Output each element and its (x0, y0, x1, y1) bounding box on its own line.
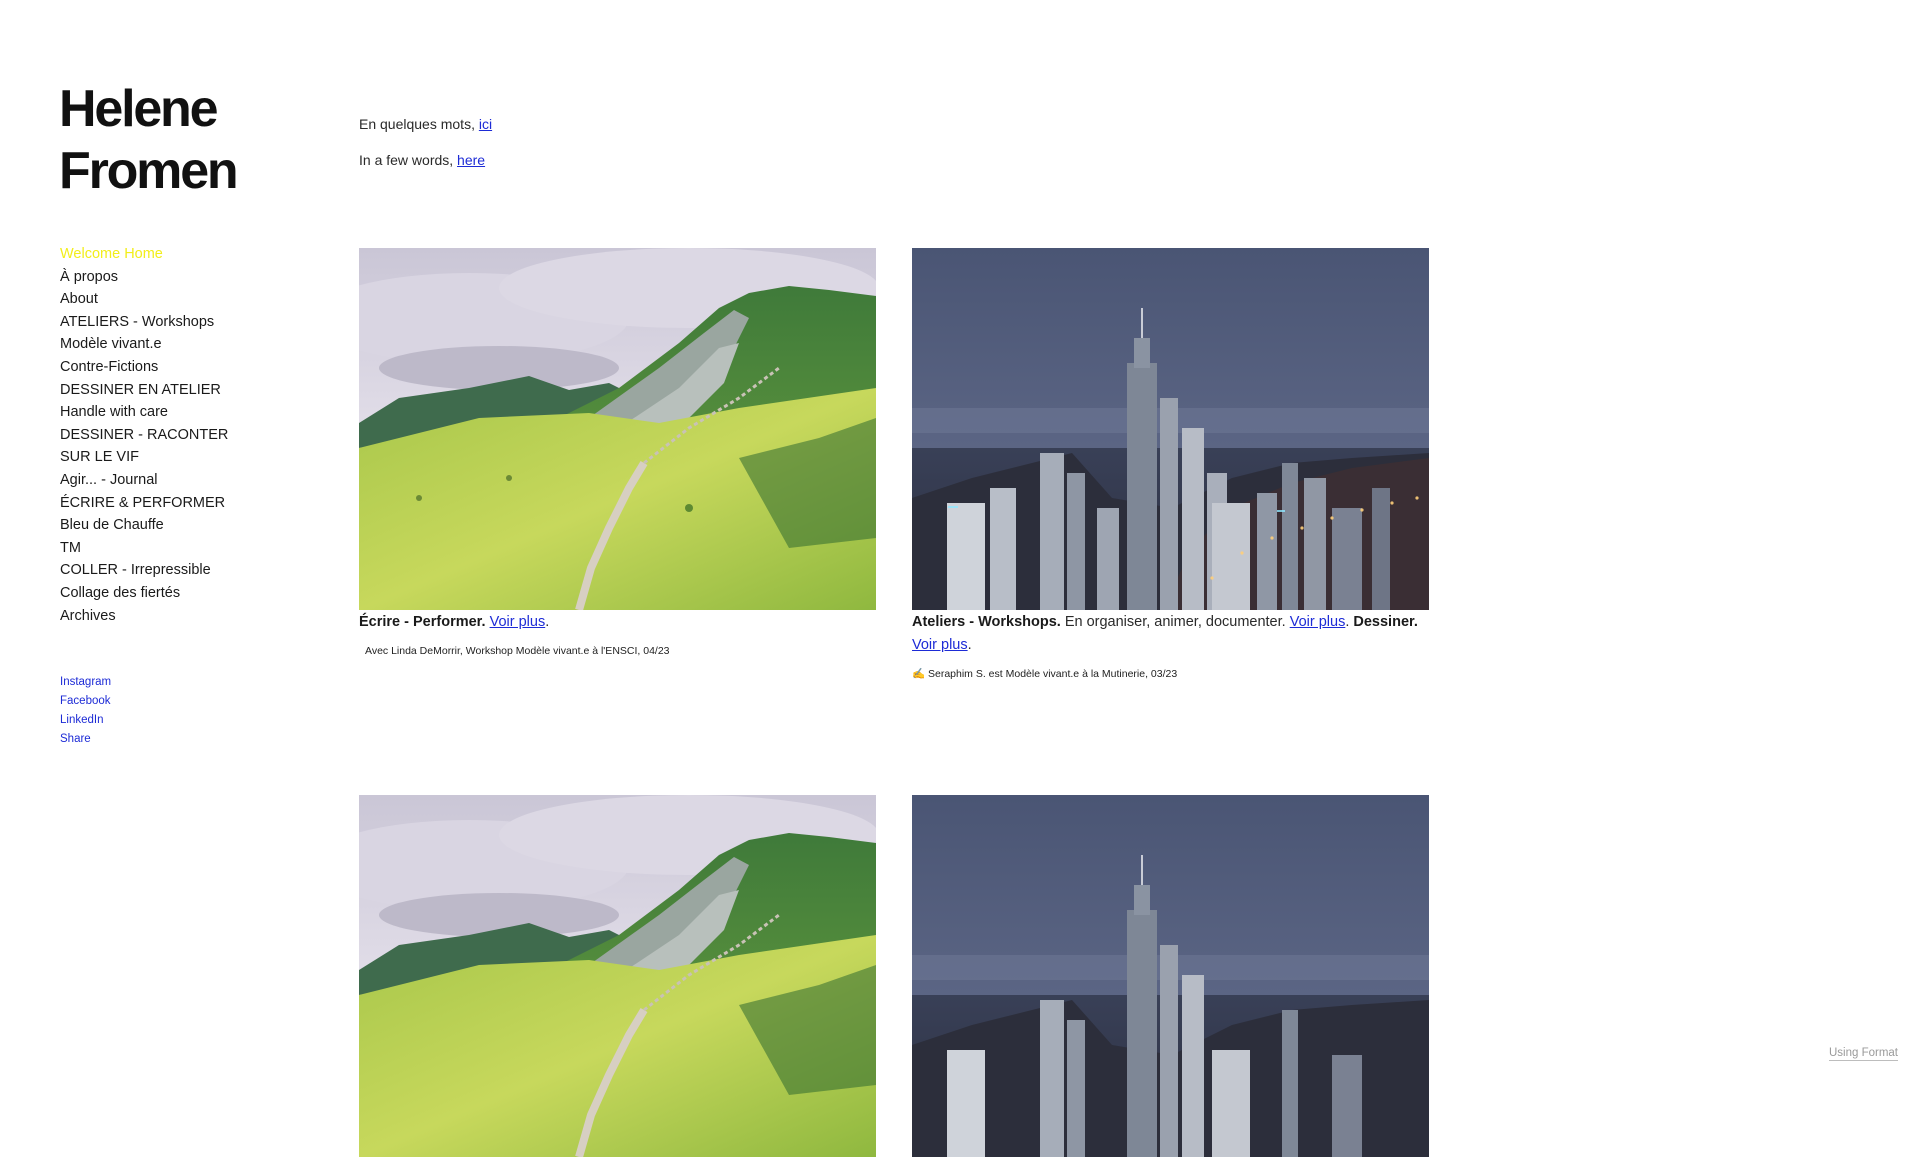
card-caption: Écrire - Performer. Voir plus. (359, 611, 876, 634)
project-card-3 (359, 795, 876, 1157)
intro: En quelques mots, ici In a few words, he… (359, 116, 492, 188)
voir-plus-link[interactable]: Voir plus (1290, 614, 1346, 630)
facebook-link[interactable]: Facebook (60, 692, 111, 711)
caption-punct: . (545, 614, 550, 630)
nav-item-collage-des-fiertes[interactable]: Collage des fiertés (60, 582, 228, 605)
city-skyline-image[interactable] (912, 248, 1429, 610)
voir-plus-link-2[interactable]: Voir plus (912, 637, 968, 653)
intro-fr: En quelques mots, ici (359, 116, 492, 133)
intro-fr-link[interactable]: ici (479, 116, 492, 132)
site-title-line2: Fromen (59, 142, 239, 200)
nav-item-coller[interactable]: COLLER - Irrepressible (60, 559, 228, 582)
mountain-landscape-image[interactable] (359, 795, 876, 1157)
project-card-4 (912, 795, 1429, 1157)
card-title-secondary: Dessiner. (1353, 614, 1418, 630)
card-title: Ateliers - Workshops. (912, 614, 1061, 630)
instagram-link[interactable]: Instagram (60, 673, 111, 692)
share-link[interactable]: Share (60, 730, 111, 749)
caption-text: En organiser, animer, documenter. (1060, 614, 1290, 630)
nav-item-handle-with-care[interactable]: Handle with care (60, 401, 228, 424)
mountain-landscape-image[interactable] (359, 248, 876, 610)
nav-item-archives[interactable]: Archives (60, 605, 228, 628)
nav-item-tm[interactable]: TM (60, 537, 228, 560)
intro-en-link[interactable]: here (457, 152, 485, 168)
nav-item-contre-fictions[interactable]: Contre-Fictions (60, 356, 228, 379)
nav-item-ateliers[interactable]: ATELIERS - Workshops (60, 311, 228, 334)
nav-item-modele-vivant[interactable]: Modèle vivant.e (60, 333, 228, 356)
image-credit: ✍ Seraphim S. est Modèle vivant.e à la M… (912, 668, 1178, 680)
nav-item-about[interactable]: About (60, 288, 228, 311)
project-card-ateliers: Ateliers - Workshops. En organiser, anim… (912, 248, 1429, 681)
card-title: Écrire - Performer. (359, 614, 486, 630)
intro-en: In a few words, here (359, 152, 492, 169)
nav-item-ecrire-performer[interactable]: ÉCRIRE & PERFORMER (60, 492, 228, 515)
nav-item-dessiner-raconter[interactable]: DESSINER - RACONTER (60, 424, 228, 447)
city-skyline-image[interactable] (912, 795, 1429, 1157)
main-nav: Welcome Home À propos About ATELIERS - W… (60, 243, 228, 627)
intro-en-text: In a few words, (359, 152, 458, 168)
voir-plus-link[interactable]: Voir plus (490, 614, 546, 630)
site-title-line1: Helene (59, 80, 219, 138)
social-links: Instagram Facebook LinkedIn Share (60, 673, 111, 749)
linkedin-link[interactable]: LinkedIn (60, 711, 111, 730)
nav-item-agir-journal[interactable]: Agir... - Journal (60, 469, 228, 492)
using-format-badge[interactable]: Using Format (1828, 1046, 1898, 1061)
nav-item-dessiner-en-atelier[interactable]: DESSINER EN ATELIER (60, 379, 228, 402)
site-title[interactable]: Helene Fromen (59, 78, 239, 202)
nav-item-a-propos[interactable]: À propos (60, 266, 228, 289)
nav-item-bleu-de-chauffe[interactable]: Bleu de Chauffe (60, 514, 228, 537)
image-credit: Avec Linda DeMorrir, Workshop Modèle viv… (365, 645, 670, 657)
nav-item-sur-le-vif[interactable]: SUR LE VIF (60, 446, 228, 469)
project-card-ecrire: Écrire - Performer. Voir plus. Avec Lind… (359, 248, 876, 658)
caption-punct: . (967, 637, 972, 653)
intro-fr-text: En quelques mots, (359, 116, 479, 132)
nav-item-welcome-home[interactable]: Welcome Home (60, 243, 228, 266)
card-caption: Ateliers - Workshops. En organiser, anim… (912, 611, 1429, 657)
